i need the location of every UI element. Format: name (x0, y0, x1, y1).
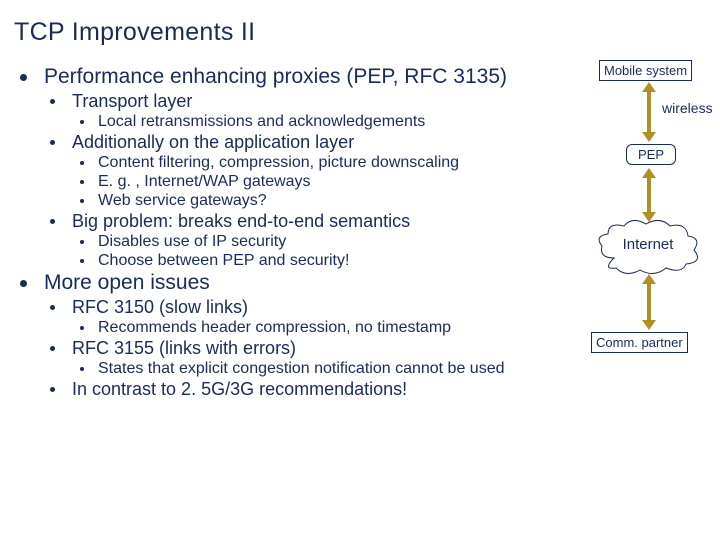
bullet-gateways: E. g. , Internet/WAP gateways (74, 173, 708, 191)
bullet-transport-layer: Transport layer (44, 91, 708, 112)
slide-body: Performance enhancing proxies (PEP, RFC … (14, 65, 708, 400)
bullet-additional-app-layer: Additionally on the application layer (44, 132, 708, 153)
bullet-more-open: More open issues (14, 271, 708, 295)
bullet-rfc3155: RFC 3155 (links with errors) (44, 338, 708, 359)
bullet-choose: Choose between PEP and security! (74, 252, 708, 270)
bullet-contrast: In contrast to 2. 5G/3G recommendations! (44, 379, 708, 400)
bullet-disables-ipsec: Disables use of IP security (74, 233, 708, 251)
bullet-states-ecn: States that explicit congestion notifica… (74, 360, 708, 378)
bullet-pep: Performance enhancing proxies (PEP, RFC … (14, 65, 708, 89)
slide-title: TCP Improvements II (14, 18, 708, 47)
bullet-content-filter: Content filtering, compression, picture … (74, 154, 708, 172)
bullet-rfc3150: RFC 3150 (slow links) (44, 297, 708, 318)
bullet-recommends: Recommends header compression, no timest… (74, 319, 708, 337)
bullet-web-svc: Web service gateways? (74, 192, 708, 210)
bullet-big-problem: Big problem: breaks end-to-end semantics (44, 211, 708, 232)
bullet-local-retrans: Local retransmissions and acknowledgemen… (74, 113, 708, 131)
